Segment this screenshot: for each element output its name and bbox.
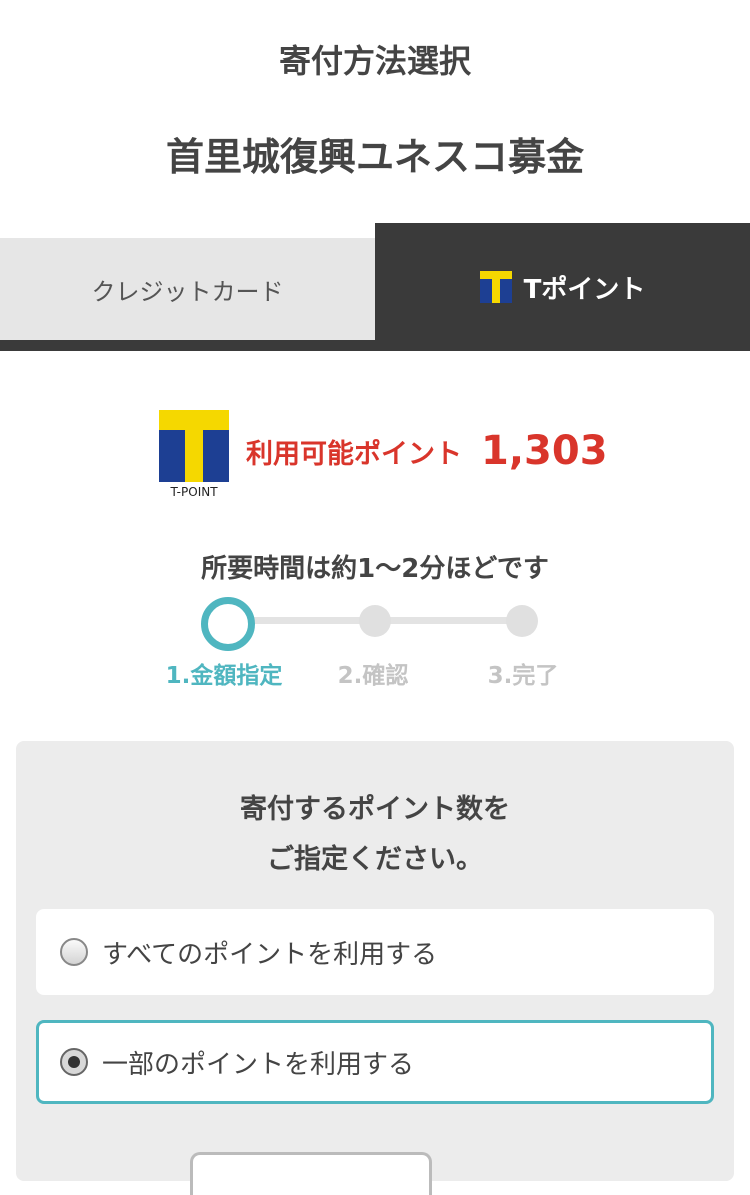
step-2-label: 2.確認 (337, 663, 409, 689)
points-form-panel: 寄付するポイント数を ご指定ください。 すべてのポイントを利用する 一部のポイン… (16, 741, 734, 1195)
available-points-value: 1,303 (481, 428, 608, 474)
step-3-dot (506, 605, 538, 637)
tpoint-logo-text: T-POINT (169, 485, 218, 499)
option-all-points-label: すべてのポイントを利用する (102, 939, 438, 970)
tab-credit-card-label: クレジットカード (91, 277, 284, 306)
tab-credit-card[interactable]: クレジットカード (0, 238, 375, 346)
duration-text: 所要時間は約1〜2分ほどです (201, 554, 549, 584)
progress-stepper: 1.金額指定 2.確認 3.完了 (0, 590, 750, 690)
radio-partial-points[interactable] (60, 1048, 88, 1076)
page-title: 寄付方法選択 (278, 42, 471, 80)
step-1-label: 1.金額指定 (165, 663, 283, 689)
tab-tpoint[interactable]: Tポイント (375, 223, 750, 351)
option-partial-points[interactable]: 一部のポイントを利用する (36, 1020, 714, 1104)
option-partial-points-label: 一部のポイントを利用する (102, 1049, 415, 1080)
tpoint-icon (479, 271, 512, 303)
tab-tpoint-label: Tポイント (523, 274, 646, 305)
step-2-dot (359, 605, 391, 637)
form-title-line1: 寄付するポイント数を (240, 794, 510, 825)
tab-divider (0, 346, 750, 351)
radio-all-points[interactable] (60, 938, 88, 966)
tpoint-logo: T-POINT (159, 410, 229, 499)
fund-name: 首里城復興ユネスコ募金 (165, 135, 584, 179)
step-3-label: 3.完了 (487, 663, 559, 689)
form-title-line2: ご指定ください。 (267, 844, 483, 875)
available-points-label: 利用可能ポイント (246, 439, 462, 470)
option-all-points[interactable]: すべてのポイントを利用する (36, 909, 714, 995)
form-title: 寄付するポイント数を ご指定ください。 (16, 785, 734, 885)
step-1-dot (201, 597, 255, 651)
points-input-field[interactable] (190, 1152, 432, 1195)
